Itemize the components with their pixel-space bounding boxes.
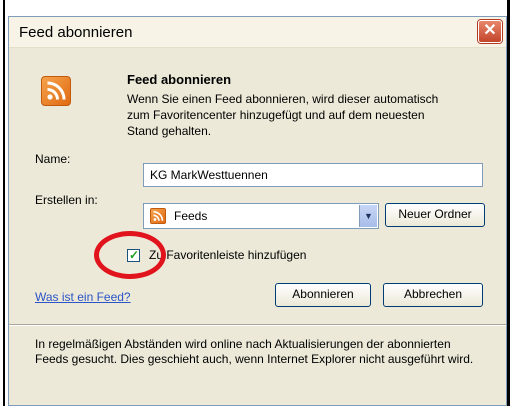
subscribe-feed-dialog: Feed abonnieren ✕ Feed abonnieren Wenn S… [8, 16, 507, 406]
create-in-select[interactable]: Feeds ▼ [143, 203, 379, 229]
name-input[interactable] [143, 163, 483, 187]
what-is-feed-link[interactable]: Was ist ein Feed? [35, 290, 131, 304]
chevron-down-icon[interactable]: ▼ [359, 205, 377, 227]
close-icon: ✕ [483, 22, 497, 39]
create-in-value: Feeds [174, 209, 208, 223]
cancel-button[interactable]: Abbrechen [383, 283, 483, 307]
title-bar: Feed abonnieren ✕ [9, 17, 506, 48]
dialog-heading: Feed abonnieren [127, 72, 232, 87]
window-frame-left [0, 0, 8, 406]
subscribe-button[interactable]: Abonnieren [275, 283, 371, 307]
red-highlight-circle [94, 231, 166, 279]
update-info-text: In regelmäßigen Abständen wird online na… [35, 337, 474, 366]
name-label: Name: [35, 152, 71, 166]
close-button[interactable]: ✕ [478, 20, 502, 43]
favorites-bar-checkbox-label[interactable]: Zu Favoritenleiste hinzufügen [149, 248, 306, 262]
new-folder-button[interactable]: Neuer Ordner [385, 203, 485, 227]
rss-feed-icon [41, 76, 71, 106]
create-in-label: Erstellen in: [35, 193, 98, 207]
divider [9, 324, 506, 326]
dialog-title: Feed abonnieren [19, 24, 133, 41]
dialog-description: Wenn Sie einen Feed abonnieren, wird die… [127, 92, 439, 138]
rss-feed-icon [150, 208, 166, 224]
